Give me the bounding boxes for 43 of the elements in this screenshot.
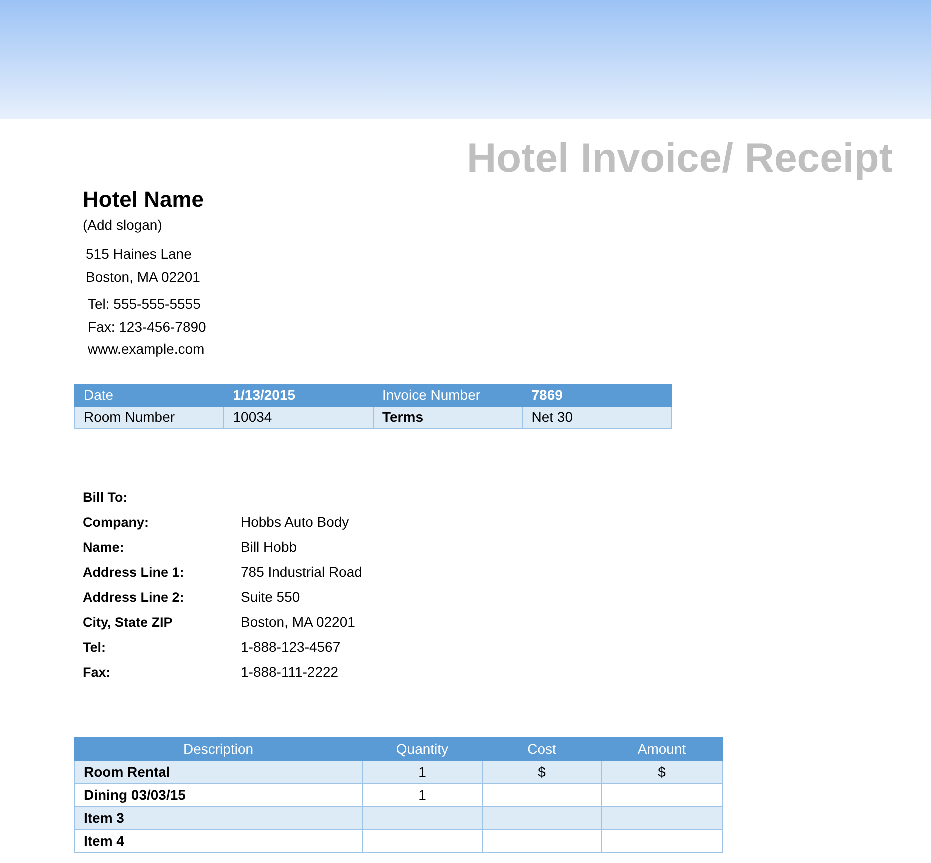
field-value: Suite 550 — [241, 589, 300, 605]
field-label: Name: — [83, 540, 126, 554]
field-label: Tel: — [83, 640, 107, 654]
field-value: 1-888-123-4567 — [241, 639, 341, 655]
table-cell: 1 — [362, 783, 482, 806]
document-title: Hotel Invoice/ Receipt — [466, 134, 893, 183]
address-line: 515 Haines Lane — [86, 245, 192, 264]
field-value: 1-888-111-2222 — [241, 664, 339, 680]
table-cell: Terms — [373, 406, 522, 428]
table-cell: Room Number — [74, 406, 224, 428]
field-value: Bill Hobb — [241, 539, 298, 555]
contact-line: www.example.com — [88, 340, 205, 359]
table-cell: Invoice Number — [373, 384, 522, 406]
column-header: Cost — [482, 737, 602, 760]
column-header: Description — [74, 737, 362, 760]
field-value: Hobbs Auto Body — [241, 514, 350, 530]
column-header: Quantity — [362, 737, 482, 760]
field-label: Company: — [83, 514, 150, 530]
table-cell: Dining 03/03/15 — [74, 783, 362, 806]
table-cell: 7869 — [522, 384, 672, 406]
column-header: Amount — [602, 737, 722, 760]
field-label: Address Line 2: — [83, 590, 186, 604]
contact-line: Tel: 555-555-5555 — [88, 295, 201, 314]
table-cell: Date — [74, 384, 224, 406]
field-value: Boston, MA 02201 — [241, 614, 356, 630]
table-cell: Item 4 — [74, 829, 362, 852]
field-label: Fax: — [83, 664, 112, 680]
field-label: City, State ZIP — [83, 614, 174, 630]
table-cell: Item 3 — [74, 806, 362, 829]
bill-to-heading: Bill To: — [83, 488, 128, 506]
field-value: 785 Industrial Road — [241, 564, 362, 580]
hotel-slogan: (Add slogan) — [83, 216, 162, 235]
table-cell: Room Rental — [74, 760, 362, 783]
table-cell: 10034 — [224, 406, 373, 428]
table-cell: Net 30 — [522, 406, 672, 428]
hotel-name: Hotel Name — [83, 186, 204, 214]
table-cell: $ — [602, 760, 722, 783]
address-line: Boston, MA 02201 — [86, 268, 200, 286]
contact-line: Fax: 123-456-7890 — [88, 318, 206, 336]
table-cell: $ — [482, 760, 602, 783]
table-cell: 1/13/2015 — [224, 384, 373, 406]
table-cell: 1 — [362, 760, 482, 783]
field-label: Address Line 1: — [83, 564, 186, 580]
